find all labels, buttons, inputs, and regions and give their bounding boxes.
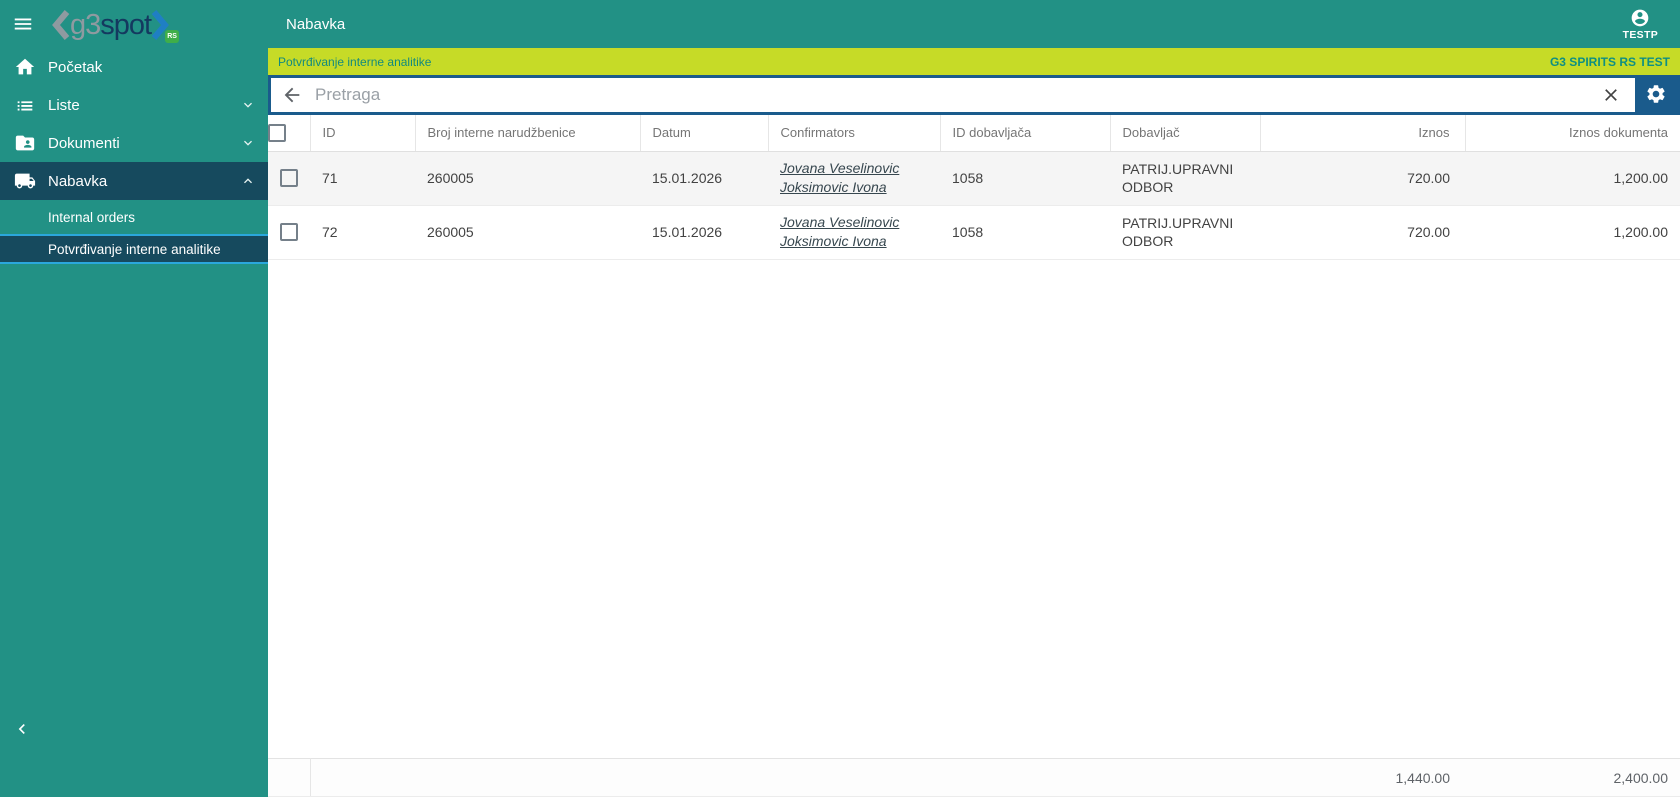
sidebar-item-pocetak[interactable]: Početak [0,48,268,86]
app-root: g3 spot RS Početak Liste Dokumenti Nabav… [0,0,1680,797]
folder-shared-icon [14,132,36,154]
cell-document-amount: 1,200.00 [1465,151,1680,206]
breadcrumb-bar: Potvrđivanje interne analitike G3 SPIRIT… [268,48,1680,75]
column-header-confirmators[interactable]: Confirmators [767,115,940,152]
cell-order-number: 260005 [415,205,640,260]
column-header-supplier[interactable]: Dobavljač [1109,115,1260,152]
sidebar-subitem-label: Internal orders [48,209,136,225]
search-input[interactable] [315,85,1601,105]
total-document-amount: 2,400.00 [1465,758,1680,797]
top-bar: Nabavka TESTP [268,0,1680,48]
sidebar: g3 spot RS Početak Liste Dokumenti Nabav… [0,0,268,797]
column-header-date[interactable]: Datum [639,115,768,152]
settings-button[interactable] [1635,78,1677,112]
confirmator-link[interactable]: Joksimovic Ivona [780,232,940,251]
company-label: G3 SPIRITS RS TEST [1549,54,1670,69]
sidebar-item-label: Početak [48,58,103,76]
cell-date: 15.01.2026 [640,205,768,260]
gear-icon [1645,83,1667,108]
logo-left-bracket-icon [52,10,70,40]
chevron-down-icon [240,97,256,113]
app-logo: g3 spot RS [52,5,180,45]
total-amount: 1,440.00 [1260,758,1465,797]
cell-date: 15.01.2026 [640,151,768,206]
truck-icon [14,170,36,192]
sidebar-item-label: Dokumenti [48,134,120,152]
sidebar-item-internal-orders[interactable]: Internal orders [0,200,268,234]
sidebar-nav: Početak Liste Dokumenti Nabavka Internal… [0,48,268,264]
logo-text-dark: spot [100,8,152,41]
confirmator-link[interactable]: Jovana Veselinovic [780,213,940,232]
collapse-sidebar-icon[interactable] [12,719,32,739]
main-area: Nabavka TESTP Potvrđivanje interne anali… [268,0,1680,797]
cell-document-amount: 1,200.00 [1465,205,1680,260]
arrow-back-icon[interactable] [281,84,303,106]
sidebar-item-potvrdjivanje-interne-analitike[interactable]: Potvrđivanje interne analitike [0,234,268,264]
column-header-amount[interactable]: Iznos [1259,115,1465,152]
cell-amount: 720.00 [1260,205,1465,260]
cell-confirmators: Jovana Veselinovic Joksimovic Ivona [768,151,940,206]
cell-supplier: PATRIJ.UPRAVNI ODBOR [1110,151,1260,206]
select-all-checkbox[interactable] [268,123,286,142]
sidebar-item-label: Nabavka [48,172,108,190]
cell-supplier-id: 1058 [940,151,1110,206]
cell-supplier: PATRIJ.UPRAVNI ODBOR [1110,205,1260,260]
confirmator-link[interactable]: Joksimovic Ivona [780,178,940,197]
logo-rs-badge: RS [165,30,180,43]
select-all-cell [268,115,310,152]
cell-confirmators: Jovana Veselinovic Joksimovic Ivona [768,205,940,260]
totals-footer: 1,440.00 2,400.00 [268,758,1680,797]
results-table: ID Broj interne narudžbenice Datum Confi… [268,115,1680,260]
breadcrumb: Potvrđivanje interne analitike [278,54,432,69]
search-input-area [271,78,1635,112]
logo-text-gray: g3 [70,8,101,41]
totals-row: 1,440.00 2,400.00 [268,758,1680,797]
sidebar-item-label: Liste [48,96,80,114]
table-row[interactable]: 71 260005 15.01.2026 Jovana Veselinovic … [268,151,1680,206]
cell-id: 71 [310,151,415,206]
cell-amount: 720.00 [1260,151,1465,206]
column-header-document-amount[interactable]: Iznos dokumenta [1464,115,1680,152]
confirmator-link[interactable]: Jovana Veselinovic [780,159,940,178]
sidebar-subitem-label: Potvrđivanje interne analitike [48,241,221,257]
table-row[interactable]: 72 260005 15.01.2026 Jovana Veselinovic … [268,205,1680,260]
sidebar-item-nabavka[interactable]: Nabavka [0,162,268,200]
page-title: Nabavka [286,15,346,33]
user-menu-button[interactable]: TESTP [1623,8,1662,41]
list-icon [14,94,36,116]
menu-icon[interactable] [12,13,34,35]
search-bar [268,75,1680,115]
home-icon [14,56,36,78]
account-circle-icon [1630,8,1650,28]
content-spacer [268,259,1680,758]
column-header-supplier-id[interactable]: ID dobavljača [939,115,1110,152]
cell-supplier-id: 1058 [940,205,1110,260]
sidebar-item-liste[interactable]: Liste [0,86,268,124]
column-header-order-number[interactable]: Broj interne narudžbenice [414,115,640,152]
sidebar-header: g3 spot RS [0,0,268,48]
chevron-down-icon [240,135,256,151]
column-header-id[interactable]: ID [309,115,415,152]
sidebar-item-dokumenti[interactable]: Dokumenti [0,124,268,162]
close-icon[interactable] [1601,85,1621,105]
row-checkbox[interactable] [280,169,298,187]
username-label: TESTP [1622,28,1658,41]
cell-id: 72 [310,205,415,260]
row-checkbox[interactable] [280,223,298,241]
chevron-up-icon [240,173,256,189]
cell-order-number: 260005 [415,151,640,206]
table-header-row: ID Broj interne narudžbenice Datum Confi… [268,115,1680,152]
